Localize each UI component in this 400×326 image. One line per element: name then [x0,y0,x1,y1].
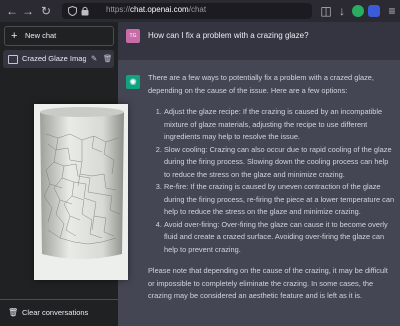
edit-icon[interactable]: ✎ [91,50,97,68]
clear-conversations-button[interactable]: Clear conversations [22,308,88,317]
chat-main: TG How can I fix a problem with a crazin… [118,22,400,326]
assistant-options-list: Adjust the glaze recipe: If the crazing … [148,106,396,256]
sidebar-chat-item[interactable]: Crazed Glaze Image R ✎ 🗑 [3,50,114,68]
profile-extension-icon[interactable] [368,5,380,17]
shield-icon [68,6,77,16]
assistant-message-row: ✺ There are a few ways to potentially fi… [118,60,400,326]
list-item: Adjust the glaze recipe: If the crazing … [164,106,396,144]
list-item: Slow cooling: Crazing can also occur due… [164,144,396,182]
openai-logo-icon: ✺ [126,75,140,89]
back-arrow-icon[interactable]: ← [4,3,20,19]
forward-arrow-icon[interactable]: → [20,3,36,19]
chat-bubble-icon [8,55,18,64]
assistant-intro: There are a few ways to potentially fix … [148,73,374,95]
browser-toolbar: ← → ↻ https://chat.openai.com/chat ◫ ↓ ≡ [0,0,400,23]
list-item: Avoid over-firing: Over-firing the glaze… [164,219,396,257]
user-avatar: TG [126,29,140,43]
new-chat-button[interactable]: + New chat [4,26,114,46]
crazed-pottery-image [34,104,128,280]
pottery-illustration [34,104,128,280]
pocket-icon[interactable]: ◫ [318,3,334,19]
url-path: /chat [188,5,207,14]
assistant-message: There are a few ways to potentially fix … [148,72,396,312]
plus-icon: + [11,30,18,42]
assistant-outro: Please note that depending on the cause … [148,266,388,300]
address-bar[interactable]: https://chat.openai.com/chat [62,3,312,19]
user-message: How can I fix a problem with a crazing g… [148,31,309,40]
lock-icon [81,6,89,16]
trash-icon[interactable]: 🗑 [103,50,113,68]
download-icon[interactable]: ↓ [334,3,350,19]
url-host: chat.openai.com [130,5,189,14]
user-message-row: TG How can I fix a problem with a crazin… [118,22,400,61]
chat-title: Crazed Glaze Image R [22,54,86,63]
url-scheme: https:// [106,5,131,14]
menu-icon[interactable]: ≡ [384,3,400,19]
list-item: Re-fire: If the crazing is caused by une… [164,181,396,219]
reload-icon[interactable]: ↻ [38,3,54,19]
extension-icon[interactable] [352,5,364,17]
new-chat-label: New chat [25,31,57,40]
url-text: https://chat.openai.com/chat [106,5,206,14]
trash-icon: 🗑 [8,308,19,317]
sidebar-footer: 🗑 Clear conversations [0,299,118,326]
